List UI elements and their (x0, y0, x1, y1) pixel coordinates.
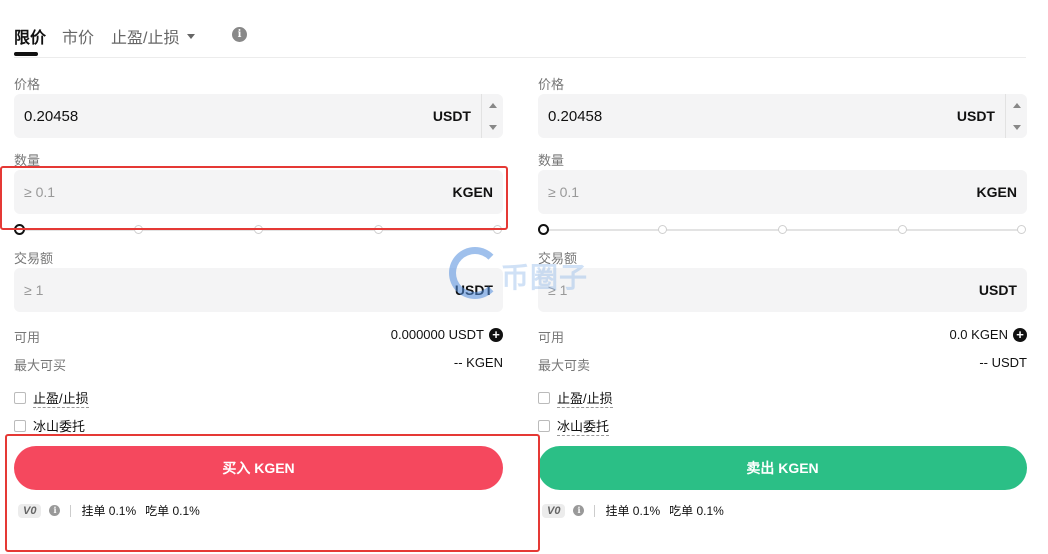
divider (594, 504, 596, 517)
sell-price-increment-button[interactable] (1006, 94, 1027, 116)
sell-total-input[interactable]: ≥ 1 USDT (538, 268, 1027, 312)
arrow-up-icon (488, 102, 497, 108)
slider-step-25[interactable] (134, 225, 143, 234)
checkbox-box[interactable] (538, 420, 550, 432)
buy-amount-placeholder: ≥ 0.1 (24, 184, 56, 200)
info-icon[interactable]: i (49, 505, 61, 516)
sell-price-unit: USDT (956, 108, 995, 124)
sell-max-value: -- USDT (979, 355, 1027, 370)
buy-iceberg-checkbox-label: 冰山委托 (33, 416, 86, 436)
sell-total-label: 交易额 (538, 251, 578, 266)
buy-available-value: 0.000000 USDT (390, 327, 484, 342)
buy-total-unit: USDT (454, 282, 493, 298)
plus-circle-icon[interactable]: + (1013, 327, 1027, 342)
sell-amount-placeholder: ≥ 0.1 (548, 184, 580, 200)
buy-price-increment-button[interactable] (482, 94, 503, 116)
divider (70, 504, 72, 517)
sell-available-value: 0.0 KGEN (949, 327, 1008, 342)
maker-fee: 挂单 0.1% (605, 504, 661, 518)
checkbox-box[interactable] (14, 392, 26, 404)
sell-tp-sl-checkbox[interactable]: 止盈/止损 (538, 388, 613, 408)
buy-amount-slider[interactable] (14, 224, 503, 236)
vip-level-badge: V0 (542, 503, 566, 518)
buy-total-label: 交易额 (14, 251, 54, 266)
sell-iceberg-checkbox[interactable]: 冰山委托 (538, 416, 610, 436)
sell-tp-sl-checkbox-label: 止盈/止损 (557, 388, 613, 408)
sell-fee-row: V0 i 挂单 0.1% 吃单 0.1% (542, 502, 733, 519)
sell-amount-slider[interactable] (538, 224, 1027, 236)
slider-step-75[interactable] (374, 225, 383, 234)
arrow-down-icon (488, 124, 497, 130)
taker-fee: 吃单 0.1% (145, 504, 200, 518)
slider-step-100[interactable] (1017, 225, 1026, 234)
buy-tp-sl-checkbox-label: 止盈/止损 (33, 388, 89, 408)
buy-price-input[interactable]: 0.20458 USDT (14, 94, 503, 138)
slider-handle[interactable] (14, 224, 25, 235)
sell-available-label: 可用 (538, 330, 565, 345)
sell-price-stepper (1005, 94, 1027, 138)
sell-amount-label: 数量 (538, 153, 565, 168)
slider-step-100[interactable] (493, 225, 502, 234)
buy-amount-label: 数量 (14, 153, 41, 168)
buy-total-input[interactable]: ≥ 1 USDT (14, 268, 503, 312)
maker-fee: 挂单 0.1% (81, 504, 137, 518)
arrow-up-icon (1012, 102, 1021, 108)
buy-price-value: 0.20458 (24, 108, 79, 125)
buy-price-unit: USDT (432, 108, 471, 124)
sell-max-label: 最大可卖 (538, 358, 591, 373)
buy-button[interactable]: 买入 KGEN (14, 446, 503, 490)
sell-amount-unit: KGEN (976, 184, 1017, 200)
buy-amount-unit: KGEN (452, 184, 493, 200)
buy-max-value: -- KGEN (453, 355, 503, 370)
sell-total-unit: USDT (978, 282, 1017, 298)
buy-max-label: 最大可买 (14, 358, 67, 373)
buy-tp-sl-checkbox[interactable]: 止盈/止损 (14, 388, 89, 408)
taker-fee: 吃单 0.1% (669, 504, 724, 518)
slider-handle[interactable] (538, 224, 549, 235)
sell-price-label: 价格 (538, 77, 565, 92)
plus-circle-icon[interactable]: + (489, 327, 503, 342)
buy-price-label: 价格 (14, 77, 41, 92)
checkbox-box[interactable] (14, 420, 26, 432)
buy-price-decrement-button[interactable] (482, 116, 503, 138)
slider-step-25[interactable] (658, 225, 667, 234)
sell-total-placeholder: ≥ 1 (548, 282, 568, 298)
slider-step-50[interactable] (778, 225, 787, 234)
sell-panel: 价格 0.20458 USDT 数量 ≥ 0.1 KGEN 交易额 ≥ 1 US… (538, 0, 1027, 554)
buy-total-placeholder: ≥ 1 (24, 282, 44, 298)
sell-button[interactable]: 卖出 KGEN (538, 446, 1027, 490)
sell-iceberg-checkbox-label: 冰山委托 (557, 416, 610, 436)
slider-step-50[interactable] (254, 225, 263, 234)
sell-price-input[interactable]: 0.20458 USDT (538, 94, 1027, 138)
vip-level-badge: V0 (18, 503, 42, 518)
info-icon[interactable]: i (573, 505, 585, 516)
arrow-down-icon (1012, 124, 1021, 130)
sell-price-decrement-button[interactable] (1006, 116, 1027, 138)
slider-step-75[interactable] (898, 225, 907, 234)
buy-amount-input[interactable]: ≥ 0.1 KGEN (14, 170, 503, 214)
buy-available-label: 可用 (14, 330, 41, 345)
buy-iceberg-checkbox[interactable]: 冰山委托 (14, 416, 86, 436)
buy-panel: 价格 0.20458 USDT 数量 ≥ 0.1 KGEN 交易额 ≥ 1 US… (14, 0, 503, 554)
sell-price-value: 0.20458 (548, 108, 603, 125)
buy-price-stepper (481, 94, 503, 138)
sell-amount-input[interactable]: ≥ 0.1 KGEN (538, 170, 1027, 214)
buy-fee-row: V0 i 挂单 0.1% 吃单 0.1% (18, 502, 209, 519)
checkbox-box[interactable] (538, 392, 550, 404)
